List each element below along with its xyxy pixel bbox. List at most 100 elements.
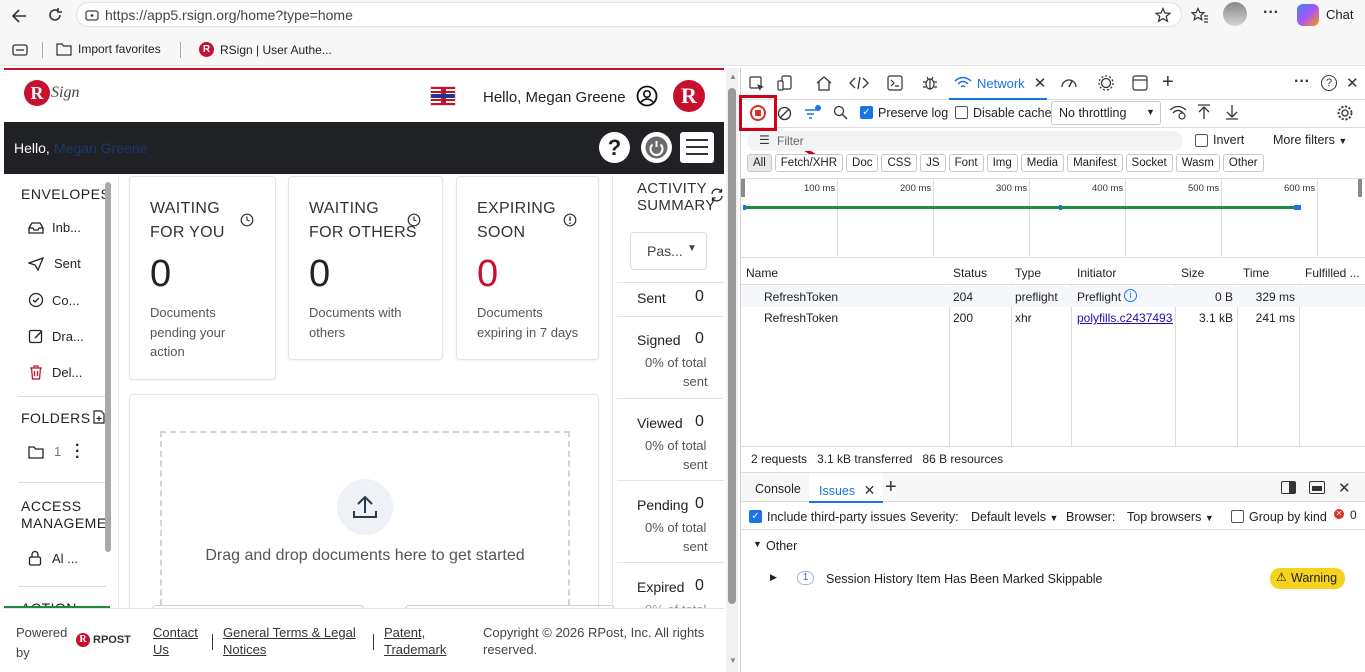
help-icon[interactable]: ? — [599, 132, 630, 163]
sync-icon[interactable] — [710, 188, 724, 202]
hamburger-menu-icon[interactable] — [680, 132, 714, 163]
dropzone[interactable]: Drag and drop documents here to get star… — [160, 431, 570, 625]
invert-checkbox[interactable] — [1195, 134, 1208, 147]
severity-select[interactable]: Default levels ▼ — [971, 510, 1058, 524]
overview-handle-left[interactable] — [741, 179, 745, 197]
more-tools-plus-icon[interactable]: + — [1162, 71, 1174, 94]
third-party-checkbox[interactable]: ✓ — [749, 510, 762, 523]
throttling-select[interactable]: No throttling ▼ — [1051, 101, 1161, 125]
request-initiator-link[interactable]: polyfills.c24374934 — [1077, 311, 1173, 325]
sidebar-item-inbox[interactable]: Inb... — [28, 220, 81, 235]
inspect-element-icon[interactable] — [749, 76, 765, 92]
contact-us-link[interactable]: Contact Us — [153, 625, 198, 660]
issue-row[interactable]: ▶ 1 Session History Item Has Been Marked… — [741, 564, 1365, 592]
type-filter-doc[interactable]: Doc — [846, 154, 879, 172]
scroll-up-icon[interactable]: ▲ — [729, 72, 737, 81]
application-icon[interactable] — [1132, 75, 1148, 91]
more-menu-icon[interactable]: ··· — [1263, 4, 1279, 22]
bookmark-import-favorites[interactable]: Import favorites — [56, 42, 161, 56]
type-filter-media[interactable]: Media — [1020, 154, 1065, 172]
folder-kebab-icon[interactable]: · · · — [75, 438, 80, 466]
customize-menu-icon[interactable]: ··· — [1294, 73, 1310, 91]
column-header[interactable]: Time — [1243, 266, 1269, 280]
close-tab-icon[interactable]: ✕ — [864, 482, 876, 498]
close-drawer-icon[interactable]: ✕ — [1338, 479, 1351, 497]
type-filter-fetch[interactable]: Fetch/XHR — [774, 154, 844, 172]
rpost-logo-icon[interactable]: R — [673, 80, 705, 112]
sidebar-folder-item[interactable]: 1 — [28, 444, 61, 459]
undock-icon[interactable] — [1309, 481, 1325, 494]
elements-icon[interactable] — [849, 75, 869, 91]
column-header[interactable]: Fulfilled ... — [1305, 266, 1360, 280]
sidebar-item-deleted[interactable]: Del... — [28, 364, 82, 380]
type-filter-img[interactable]: Img — [986, 154, 1018, 172]
column-header[interactable]: Size — [1181, 266, 1204, 280]
power-icon[interactable] — [641, 132, 672, 163]
close-tab-icon[interactable]: ✕ — [1034, 74, 1047, 92]
network-conditions-icon[interactable] — [1169, 104, 1187, 120]
column-header[interactable]: Status — [953, 266, 987, 280]
uk-flag-icon[interactable] — [430, 86, 456, 106]
terms-link[interactable]: General Terms & Legal Notices — [223, 625, 356, 660]
sidebar-item-drafts[interactable]: Dra... — [28, 328, 84, 344]
table-row[interactable]: RefreshToken 204 preflight Preflight i 0… — [741, 286, 1365, 307]
address-bar[interactable]: https://app5.rsign.org/home?type=home — [76, 2, 1182, 27]
add-drawer-tab-icon[interactable]: + — [885, 476, 897, 499]
back-icon[interactable] — [10, 8, 28, 24]
expand-right-icon[interactable]: ▶ — [770, 572, 777, 583]
add-folder-icon[interactable] — [92, 410, 106, 424]
filter-input[interactable]: ☰ Filter — [747, 131, 1183, 151]
tab-actions-icon[interactable] — [12, 44, 28, 56]
profile-avatar[interactable] — [1223, 2, 1247, 26]
favorite-star-icon[interactable] — [1155, 7, 1171, 23]
sidebar-item-access[interactable]: Al ... — [28, 550, 78, 566]
more-filters-button[interactable]: More filters ▼ — [1273, 133, 1347, 147]
type-filter-manifest[interactable]: Manifest — [1067, 154, 1123, 172]
type-filter-css[interactable]: CSS — [881, 154, 918, 172]
close-devtools-icon[interactable]: ✕ — [1346, 74, 1359, 92]
group-by-kind-checkbox[interactable] — [1231, 510, 1244, 523]
disable-cache-checkbox[interactable] — [955, 106, 968, 119]
sidebar-item-completed[interactable]: Co... — [28, 292, 79, 308]
type-filter-wasm[interactable]: Wasm — [1175, 154, 1220, 172]
record-stop-icon[interactable] — [750, 105, 766, 121]
device-toolbar-icon[interactable] — [777, 75, 793, 91]
network-settings-gear-icon[interactable] — [1336, 104, 1354, 122]
type-filter-other[interactable]: Other — [1222, 154, 1264, 172]
dock-side-icon[interactable] — [1281, 481, 1296, 494]
copilot-icon[interactable] — [1297, 4, 1319, 26]
chat-label[interactable]: Chat — [1326, 7, 1353, 22]
memory-icon[interactable] — [1097, 74, 1115, 92]
waiting-for-others-card[interactable]: WAITING FOR OTHERS 0 Documents with othe… — [288, 176, 443, 360]
export-har-icon[interactable] — [1225, 104, 1239, 120]
user-profile-icon[interactable] — [636, 85, 658, 107]
performance-icon[interactable] — [1060, 75, 1078, 91]
column-header[interactable]: Type — [1015, 266, 1041, 280]
welcome-home-icon[interactable] — [815, 75, 833, 91]
type-filter-font[interactable]: Font — [948, 154, 984, 172]
page-scrollbar[interactable]: ▲ ▼ — [726, 68, 738, 672]
rsign-logo[interactable]: R Sign — [24, 80, 79, 106]
drawer-tab-issues[interactable]: Issues ✕ — [809, 473, 884, 503]
type-filter-all[interactable]: All — [747, 154, 772, 172]
site-info-icon[interactable] — [85, 8, 99, 22]
table-row[interactable]: RefreshToken 200 xhr polyfills.c24374934… — [741, 307, 1365, 328]
type-filter-socket[interactable]: Socket — [1125, 154, 1173, 172]
overview-handle-right[interactable] — [1358, 179, 1362, 197]
issue-group-other[interactable]: ▼ Other — [741, 534, 1365, 558]
help-icon[interactable]: ? — [1321, 75, 1337, 91]
sources-bug-icon[interactable] — [921, 74, 939, 92]
sidebar-scrollbar[interactable] — [105, 182, 111, 552]
filter-settings-icon[interactable] — [804, 104, 822, 120]
search-icon[interactable] — [833, 105, 848, 120]
import-har-icon[interactable] — [1197, 104, 1211, 120]
clear-icon[interactable] — [777, 106, 792, 121]
patent-link[interactable]: Patent, Trademark — [384, 625, 446, 660]
info-icon[interactable]: i — [1124, 289, 1137, 302]
refresh-icon[interactable] — [46, 6, 64, 24]
column-header[interactable]: Name — [746, 266, 778, 280]
drawer-tab-console[interactable]: Console — [755, 482, 801, 496]
waiting-for-you-card[interactable]: WAITING FOR YOU 0 Documents pending your… — [129, 176, 276, 380]
console-icon[interactable] — [887, 75, 903, 91]
period-select[interactable]: Pas... ▼ — [630, 232, 707, 270]
